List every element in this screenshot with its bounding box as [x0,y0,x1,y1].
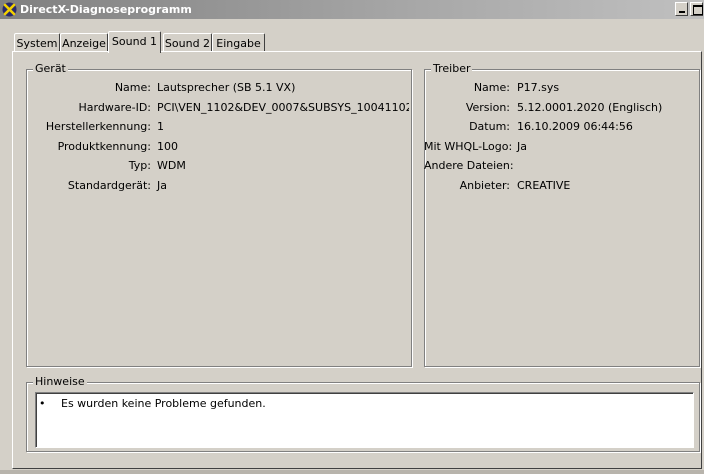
notes-bullet: • [39,397,46,410]
device-manufacturer-id-value: 1 [157,120,164,133]
driver-group-legend: Treiber [431,62,473,75]
driver-row-whql: Mit WHQL-Logo: Ja [424,140,700,154]
device-manufacturer-id-label: Herstellerkennung: [45,120,151,133]
driver-row-date: Datum: 16.10.2009 06:44:56 [424,120,700,134]
tab-eingabe[interactable]: Eingabe [212,33,265,52]
driver-date-value: 16.10.2009 06:44:56 [517,120,633,133]
directx-x-icon[interactable] [2,2,17,17]
window-bottom-edge [0,470,704,474]
notes-item: Es wurden keine Probleme gefunden. [61,397,266,410]
tab-system[interactable]: System [14,33,60,52]
device-group-legend: Gerät [33,62,68,75]
driver-name-label: Name: [473,81,510,94]
device-type-value: WDM [157,159,186,172]
maximize-button[interactable] [690,2,703,16]
device-row-manufacturer-id: Herstellerkennung: 1 [26,120,412,134]
tab-anzeige[interactable]: Anzeige [60,33,108,52]
device-name-label: Name: [114,81,151,94]
notes-group-legend: Hinweise [33,375,87,388]
device-row-product-id: Produktkennung: 100 [26,140,412,154]
device-row-type: Typ: WDM [26,159,412,173]
device-row-hardware-id: Hardware-ID: PCI\VEN_1102&DEV_0007&SUBSY… [26,101,412,115]
driver-row-name: Name: P17.sys [424,81,700,95]
device-default-value: Ja [157,179,167,192]
driver-other-files-label: Andere Dateien: [424,159,514,172]
driver-date-label: Datum: [469,120,510,133]
device-type-label: Typ: [128,159,151,172]
minimize-button[interactable] [675,2,688,16]
device-row-default: Standardgerät: Ja [26,179,412,193]
device-product-id-value: 100 [157,140,178,153]
driver-whql-value: Ja [517,140,527,153]
device-default-label: Standardgerät: [67,179,151,192]
window-title: DirectX-Diagnoseprogramm [20,3,192,16]
device-hardware-id-value: PCI\VEN_1102&DEV_0007&SUBSYS_10041102&RE [157,101,409,114]
device-row-name: Name: Lautsprecher (SB 5.1 VX) [26,81,412,95]
driver-name-value: P17.sys [517,81,560,94]
driver-provider-label: Anbieter: [459,179,510,192]
device-name-value: Lautsprecher (SB 5.1 VX) [157,81,296,94]
device-product-id-label: Produktkennung: [57,140,151,153]
driver-provider-value: CREATIVE [517,179,571,192]
tab-sound-1[interactable]: Sound 1 [108,31,161,53]
device-hardware-id-label: Hardware-ID: [78,101,152,114]
title-bar: DirectX-Diagnoseprogramm [0,0,704,19]
tab-sound-2[interactable]: Sound 2 [163,33,212,52]
driver-row-version: Version: 5.12.0001.2020 (Englisch) [424,101,700,115]
driver-version-value: 5.12.0001.2020 (Englisch) [517,101,663,114]
driver-whql-label: Mit WHQL-Logo: [424,140,513,153]
driver-version-label: Version: [465,101,510,114]
driver-row-other-files: Andere Dateien: [424,159,700,173]
notes-textbox[interactable]: • Es wurden keine Probleme gefunden. [35,392,694,448]
driver-row-provider: Anbieter: CREATIVE [424,179,700,193]
